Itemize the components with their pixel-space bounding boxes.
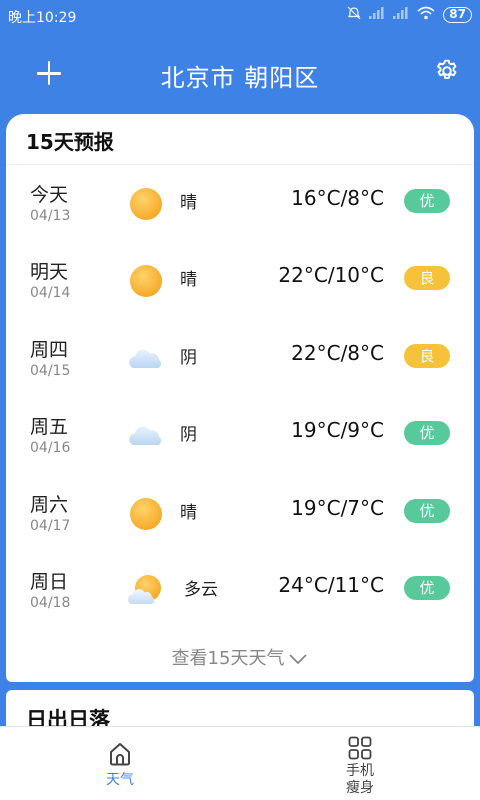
mute-icon (347, 6, 361, 23)
forecast-row[interactable]: 周六 04/17 晴 19°C/7°C 优 (6, 490, 474, 550)
sunny-icon (130, 265, 162, 297)
status-icons: 87 (347, 6, 472, 23)
forecast-row[interactable]: 周四 04/15 阴 22°C/8°C 良 (6, 335, 474, 395)
partly-cloudy-icon (128, 575, 161, 604)
forecast-row[interactable]: 明天 04/14 晴 22°C/10°C 良 (6, 257, 474, 317)
header: 北京市 朝阳区 (0, 32, 480, 114)
chevron-down-icon (289, 654, 308, 665)
weather-condition: 晴 (180, 270, 197, 290)
settings-button[interactable] (434, 58, 460, 84)
divider (6, 164, 474, 165)
grid-icon (348, 736, 372, 760)
nav-phone-slim[interactable]: 手机 瘦身 (300, 727, 420, 800)
weather-condition: 晴 (180, 503, 197, 523)
aqi-badge: 良 (404, 344, 450, 368)
aqi-badge: 优 (404, 421, 450, 445)
forecast-row[interactable]: 周五 04/16 阴 19°C/9°C 优 (6, 412, 474, 472)
nav-slim-line1: 手机 (346, 763, 374, 779)
day-date: 04/15 (30, 363, 71, 379)
day-date: 04/17 (30, 518, 71, 534)
gear-icon (437, 59, 457, 79)
day-name: 今天 (30, 184, 69, 206)
wifi-icon (417, 6, 435, 23)
status-time: 晚上10:29 (8, 10, 77, 26)
city-title[interactable]: 北京市 朝阳区 (0, 58, 480, 93)
signal-icon (369, 7, 385, 22)
temperature-range: 19°C/7°C (291, 496, 384, 520)
day-name: 周五 (30, 416, 69, 438)
weather-condition: 多云 (184, 580, 218, 600)
day-name: 周日 (30, 571, 69, 593)
temperature-range: 24°C/11°C (278, 573, 384, 597)
day-date: 04/13 (30, 208, 71, 224)
view-15-day-link[interactable]: 查看15天天气 (6, 644, 474, 670)
forecast-row[interactable]: 今天 04/13 晴 16°C/8°C 优 (6, 180, 474, 240)
home-icon (110, 743, 130, 766)
forecast-title: 15天预报 (26, 130, 114, 154)
day-name: 周六 (30, 494, 69, 516)
nav-slim-line2: 瘦身 (346, 780, 374, 796)
aqi-badge: 优 (404, 189, 450, 213)
day-name: 明天 (30, 261, 69, 283)
day-date: 04/18 (30, 595, 71, 611)
sunny-icon (130, 498, 162, 530)
forecast-card: 15天预报 今天 04/13 晴 16°C/8°C 优 明天 04/14 晴 2… (6, 114, 474, 682)
day-date: 04/14 (30, 285, 71, 301)
weather-condition: 阴 (180, 425, 197, 445)
nav-weather-label: 天气 (106, 772, 134, 788)
aqi-badge: 优 (404, 576, 450, 600)
forecast-row[interactable]: 周日 04/18 多云 24°C/11°C 优 (6, 567, 474, 627)
nav-weather[interactable]: 天气 (60, 727, 180, 800)
signal-icon-2 (393, 7, 409, 22)
view-15-day-label: 查看15天天气 (171, 648, 285, 669)
nav-phone-slim-label: 手机 瘦身 (300, 763, 420, 797)
temperature-range: 16°C/8°C (291, 186, 384, 210)
temperature-range: 22°C/8°C (291, 341, 384, 365)
sunny-icon (130, 188, 162, 220)
day-date: 04/16 (30, 440, 71, 456)
temperature-range: 19°C/9°C (291, 418, 384, 442)
aqi-badge: 优 (404, 499, 450, 523)
overcast-icon (129, 349, 162, 368)
aqi-badge: 良 (404, 266, 450, 290)
day-name: 周四 (30, 339, 69, 361)
battery-indicator: 87 (443, 6, 472, 23)
overcast-icon (129, 426, 162, 445)
bottom-nav: 天气 手机 瘦身 (0, 726, 480, 800)
temperature-range: 22°C/10°C (278, 263, 384, 287)
status-bar: 晚上10:29 87 (0, 0, 480, 32)
weather-condition: 阴 (180, 348, 197, 368)
weather-condition: 晴 (180, 193, 197, 213)
